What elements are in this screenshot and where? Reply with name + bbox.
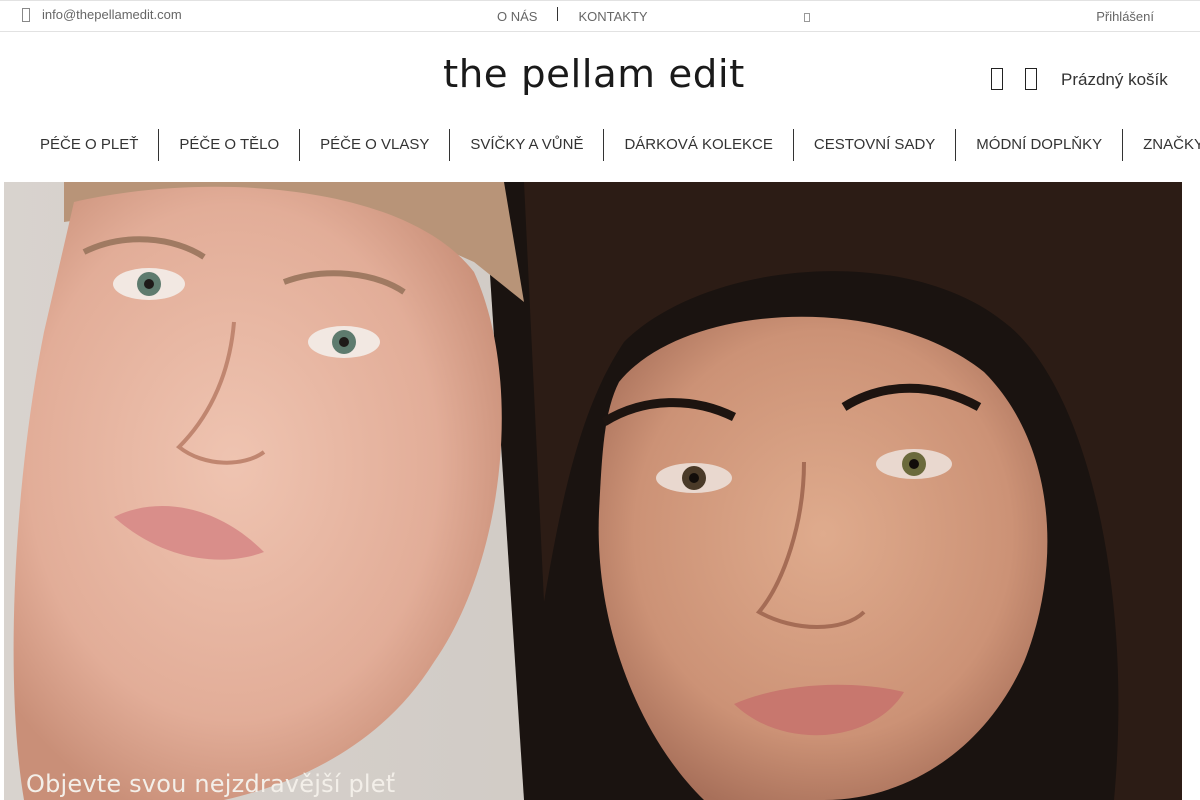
envelope-icon: [22, 7, 32, 22]
nav-hair-care[interactable]: PÉČE O VLASY: [299, 129, 449, 161]
nav-brands[interactable]: ZNAČKY: [1122, 129, 1200, 161]
top-nav-divider: [557, 6, 559, 21]
hero-image: [4, 182, 1182, 800]
nav-fashion-accessories[interactable]: MÓDNÍ DOPLŇKY: [955, 129, 1122, 161]
email-link[interactable]: info@thepellamedit.com: [22, 7, 182, 22]
site-logo[interactable]: the pellam edit: [443, 52, 745, 96]
top-nav-contacts[interactable]: KONTAKTY: [578, 9, 647, 24]
nav-body-care[interactable]: PÉČE O TĚLO: [158, 129, 299, 161]
main-nav: PÉČE O PLEŤ PÉČE O TĚLO PÉČE O VLASY SVÍ…: [0, 128, 1200, 162]
hero-caption: Objevte svou nejzdravější pleť: [26, 770, 396, 798]
top-nav-about[interactable]: O NÁS: [497, 9, 537, 24]
email-text: info@thepellamedit.com: [42, 7, 182, 22]
language-icon[interactable]: [804, 13, 810, 22]
account-icon[interactable]: [1025, 68, 1037, 90]
hero-banner[interactable]: Objevte svou nejzdravější pleť: [4, 182, 1182, 800]
nav-gift-collection[interactable]: DÁRKOVÁ KOLEKCE: [603, 129, 792, 161]
nav-candles-scents[interactable]: SVÍČKY A VŮNĚ: [449, 129, 603, 161]
top-nav: O NÁS KONTAKTY: [497, 6, 648, 24]
top-bar: info@thepellamedit.com O NÁS KONTAKTY Př…: [0, 0, 1200, 32]
cart-button[interactable]: Prázdný košík: [1061, 70, 1168, 90]
login-link[interactable]: Přihlášení: [1096, 9, 1154, 24]
search-icon[interactable]: [991, 68, 1003, 90]
nav-travel-sets[interactable]: CESTOVNÍ SADY: [792, 129, 955, 161]
header-icons: [991, 68, 1059, 90]
nav-skin-care[interactable]: PÉČE O PLEŤ: [20, 129, 158, 161]
